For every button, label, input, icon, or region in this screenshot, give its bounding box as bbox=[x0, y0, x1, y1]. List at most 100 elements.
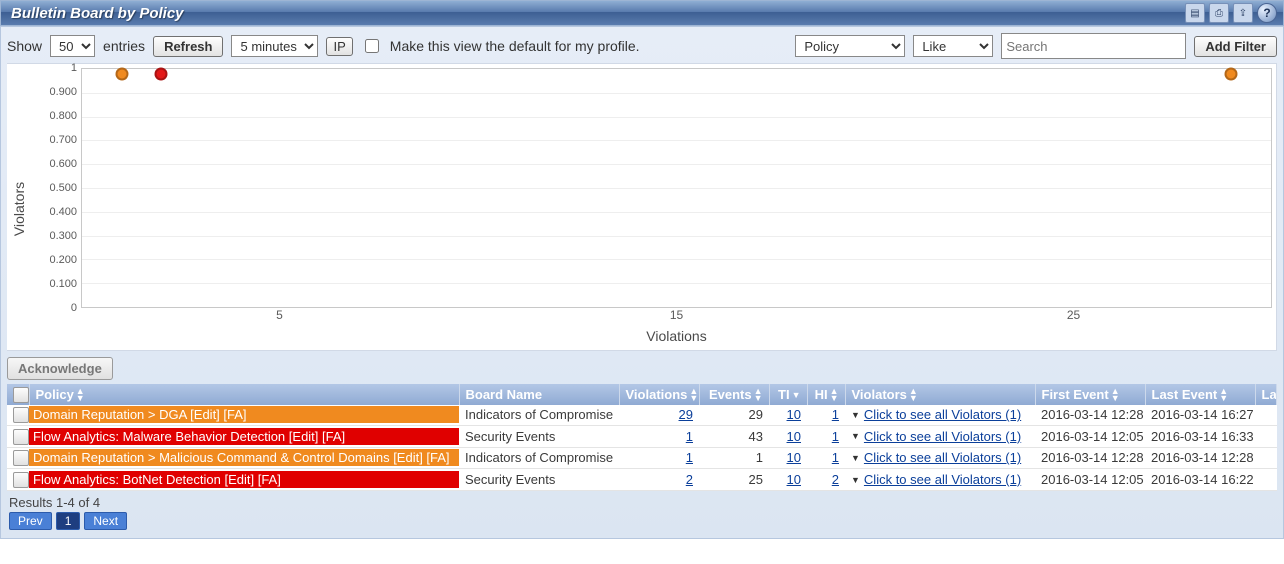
col-hi[interactable]: HI▲▼ bbox=[807, 384, 845, 405]
policy-fa-link[interactable]: [FA] bbox=[423, 450, 450, 465]
row-checkbox[interactable] bbox=[13, 429, 29, 445]
search-input[interactable] bbox=[1001, 33, 1186, 59]
ti-link[interactable]: 10 bbox=[787, 450, 801, 465]
first-event: 2016-03-14 12:05 bbox=[1035, 426, 1145, 448]
last-event: 2016-03-14 16:22 bbox=[1145, 469, 1255, 491]
board-name: Indicators of Compromise bbox=[459, 447, 619, 469]
sort-icon: ▲▼ bbox=[1219, 388, 1228, 402]
col-last-event[interactable]: Last Event▲▼ bbox=[1145, 384, 1255, 405]
ytick: 0.700 bbox=[31, 135, 77, 159]
col-ti[interactable]: TI▼ bbox=[769, 384, 807, 405]
ytick: 0.500 bbox=[31, 183, 77, 207]
hi-link[interactable]: 1 bbox=[832, 450, 839, 465]
last-cell bbox=[1255, 426, 1277, 448]
events-value: 1 bbox=[699, 447, 769, 469]
page-1-button[interactable]: 1 bbox=[56, 512, 81, 530]
violations-link[interactable]: 1 bbox=[686, 450, 693, 465]
col-events[interactable]: Events▲▼ bbox=[699, 384, 769, 405]
ytick: 0.100 bbox=[31, 279, 77, 303]
ytick: 0.300 bbox=[31, 231, 77, 255]
ip-button[interactable]: IP bbox=[326, 37, 352, 56]
prev-button[interactable]: Prev bbox=[9, 512, 52, 530]
last-cell bbox=[1255, 469, 1277, 491]
hi-link[interactable]: 1 bbox=[832, 429, 839, 444]
policy-fa-link[interactable]: [FA] bbox=[318, 429, 345, 444]
col-first-event[interactable]: First Event▲▼ bbox=[1035, 384, 1145, 405]
row-checkbox[interactable] bbox=[13, 472, 29, 488]
row-checkbox[interactable] bbox=[13, 450, 29, 466]
chart-point[interactable] bbox=[1225, 67, 1238, 80]
chart-ylabel: Violators bbox=[11, 182, 27, 236]
policy-fa-link[interactable]: [FA] bbox=[220, 407, 247, 422]
sort-icon: ▲▼ bbox=[1111, 388, 1120, 402]
chart-plot-area[interactable] bbox=[81, 68, 1272, 308]
last-event: 2016-03-14 16:27 bbox=[1145, 405, 1255, 426]
print-icon[interactable]: ⎙ bbox=[1209, 3, 1229, 23]
show-count-select[interactable]: 50 bbox=[50, 35, 95, 57]
policy-edit-link[interactable]: [Edit] bbox=[190, 407, 220, 422]
sort-icon: ▲▼ bbox=[689, 388, 698, 402]
chevron-down-icon[interactable]: ▼ bbox=[851, 453, 860, 463]
table-row: Flow Analytics: BotNet Detection [Edit] … bbox=[7, 469, 1277, 491]
violations-link[interactable]: 29 bbox=[679, 407, 693, 422]
hi-link[interactable]: 2 bbox=[832, 472, 839, 487]
col-last[interactable]: Las bbox=[1255, 384, 1277, 405]
policy-cell: Flow Analytics: Malware Behavior Detecti… bbox=[29, 428, 459, 445]
violations-link[interactable]: 1 bbox=[686, 429, 693, 444]
chevron-down-icon[interactable]: ▼ bbox=[851, 431, 860, 441]
chevron-down-icon[interactable]: ▼ bbox=[851, 410, 860, 420]
violators-link[interactable]: Click to see all Violators (1) bbox=[864, 407, 1021, 422]
pdf-icon[interactable]: ▤ bbox=[1185, 3, 1205, 23]
violations-link[interactable]: 2 bbox=[686, 472, 693, 487]
table-body: Domain Reputation > DGA [Edit] [FA]Indic… bbox=[7, 405, 1277, 491]
chart-xlabel: Violations bbox=[31, 326, 1272, 350]
ti-link[interactable]: 10 bbox=[787, 472, 801, 487]
policy-edit-link[interactable]: [Edit] bbox=[393, 450, 423, 465]
table-row: Flow Analytics: Malware Behavior Detecti… bbox=[7, 426, 1277, 448]
data-table: Policy▲▼ Board Name Violations▲▼ Events▲… bbox=[7, 384, 1277, 491]
chart-point[interactable] bbox=[115, 67, 128, 80]
col-violators[interactable]: Violators▲▼ bbox=[845, 384, 1035, 405]
gridline bbox=[82, 212, 1271, 213]
add-filter-button[interactable]: Add Filter bbox=[1194, 36, 1277, 57]
col-violations[interactable]: Violations▲▼ bbox=[619, 384, 699, 405]
chart-xaxis: 51525 bbox=[81, 308, 1272, 326]
next-button[interactable]: Next bbox=[84, 512, 127, 530]
chart-point[interactable] bbox=[155, 67, 168, 80]
ti-link[interactable]: 10 bbox=[787, 407, 801, 422]
chevron-down-icon[interactable]: ▼ bbox=[851, 475, 860, 485]
col-policy[interactable]: Policy▲▼ bbox=[29, 384, 459, 405]
results-text: Results 1-4 of 4 bbox=[7, 491, 1277, 512]
make-default-checkbox[interactable] bbox=[365, 39, 379, 53]
first-event: 2016-03-14 12:28 bbox=[1035, 447, 1145, 469]
ti-link[interactable]: 10 bbox=[787, 429, 801, 444]
ytick: 0.800 bbox=[31, 111, 77, 135]
hi-link[interactable]: 1 bbox=[832, 407, 839, 422]
policy-edit-link[interactable]: [Edit] bbox=[224, 472, 254, 487]
main-panel: Show 50 entries Refresh 5 minutes IP Mak… bbox=[0, 26, 1284, 539]
interval-select[interactable]: 5 minutes bbox=[231, 35, 318, 57]
violators-link[interactable]: Click to see all Violators (1) bbox=[864, 472, 1021, 487]
filter-field-select[interactable]: Policy bbox=[795, 35, 905, 57]
board-name: Indicators of Compromise bbox=[459, 405, 619, 426]
violators-link[interactable]: Click to see all Violators (1) bbox=[864, 429, 1021, 444]
filter-op-select[interactable]: Like bbox=[913, 35, 993, 57]
first-event: 2016-03-14 12:28 bbox=[1035, 405, 1145, 426]
col-checkbox[interactable] bbox=[7, 384, 29, 405]
policy-cell: Domain Reputation > Malicious Command & … bbox=[29, 449, 459, 466]
col-board[interactable]: Board Name bbox=[459, 384, 619, 405]
titlebar: Bulletin Board by Policy ▤ ⎙ ⇪ ? bbox=[0, 0, 1284, 26]
row-checkbox[interactable] bbox=[13, 407, 29, 423]
help-icon[interactable]: ? bbox=[1257, 3, 1277, 23]
policy-fa-link[interactable]: [FA] bbox=[254, 472, 281, 487]
chart: Violators 10.9000.8000.7000.6000.5000.40… bbox=[7, 63, 1277, 351]
refresh-button[interactable]: Refresh bbox=[153, 36, 223, 57]
entries-label: entries bbox=[103, 38, 145, 54]
export-icon[interactable]: ⇪ bbox=[1233, 3, 1253, 23]
last-cell bbox=[1255, 447, 1277, 469]
acknowledge-button[interactable]: Acknowledge bbox=[7, 357, 113, 380]
violators-link[interactable]: Click to see all Violators (1) bbox=[864, 450, 1021, 465]
events-value: 29 bbox=[699, 405, 769, 426]
toolbar: Show 50 entries Refresh 5 minutes IP Mak… bbox=[7, 33, 1277, 59]
policy-edit-link[interactable]: [Edit] bbox=[289, 429, 319, 444]
